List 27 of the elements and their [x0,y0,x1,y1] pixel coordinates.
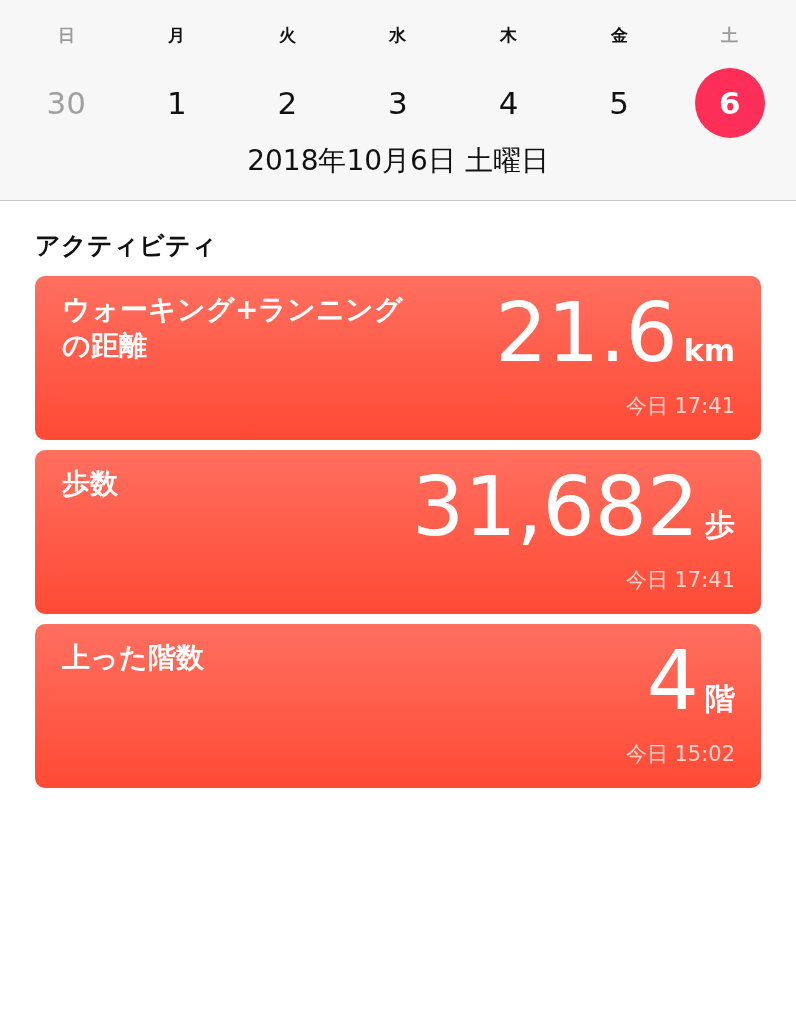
card-title: ウォーキング+ランニングの距離 [62,292,405,365]
weekday-label: 木 [500,24,518,47]
weekday-label: 火 [278,24,296,47]
card-title: 歩数 [62,466,118,502]
card-value: 31,682 [412,466,699,548]
card-timestamp: 今日 15:02 [625,741,735,768]
weekday-label: 水 [389,24,407,47]
calendar-day[interactable]: 3 [363,68,433,138]
calendar-day[interactable]: 2 [252,68,323,138]
calendar-day[interactable]: 4 [473,68,544,138]
card-timestamp: 今日 17:41 [625,393,735,420]
card-unit: 歩 [705,506,735,544]
weekday-label: 日 [57,24,75,47]
card-timestamp: 今日 17:41 [625,567,735,594]
calendar-day[interactable]: 5 [584,68,655,138]
weekday-label: 土 [721,24,739,47]
card-value: 4 [646,640,699,722]
selected-date: 2018年10月6日 土曜日 [246,143,550,179]
card-unit: 階 [705,680,735,718]
calendar-day[interactable]: 1 [141,68,212,138]
weekday-label: 金 [610,24,628,47]
card-unit: km [683,333,735,368]
card-value: 21.6 [495,292,678,374]
weekday-label: 月 [168,24,186,47]
calendar-day[interactable]: 6 [694,68,765,138]
section-title: アクティビティ [35,230,218,262]
card-title: 上った階数 [62,640,204,676]
